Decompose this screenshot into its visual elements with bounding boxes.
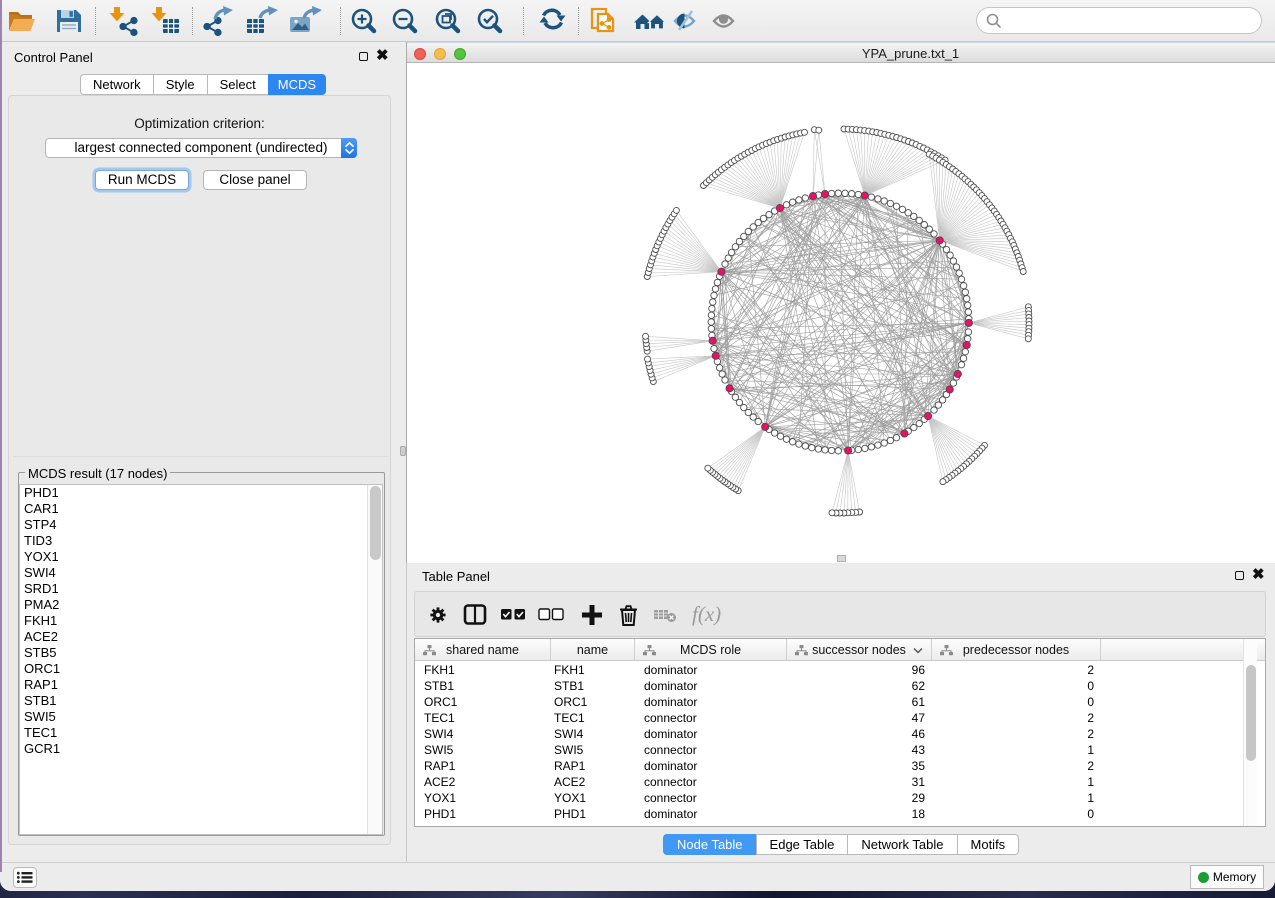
svg-text:f(x): f(x) bbox=[692, 602, 721, 626]
